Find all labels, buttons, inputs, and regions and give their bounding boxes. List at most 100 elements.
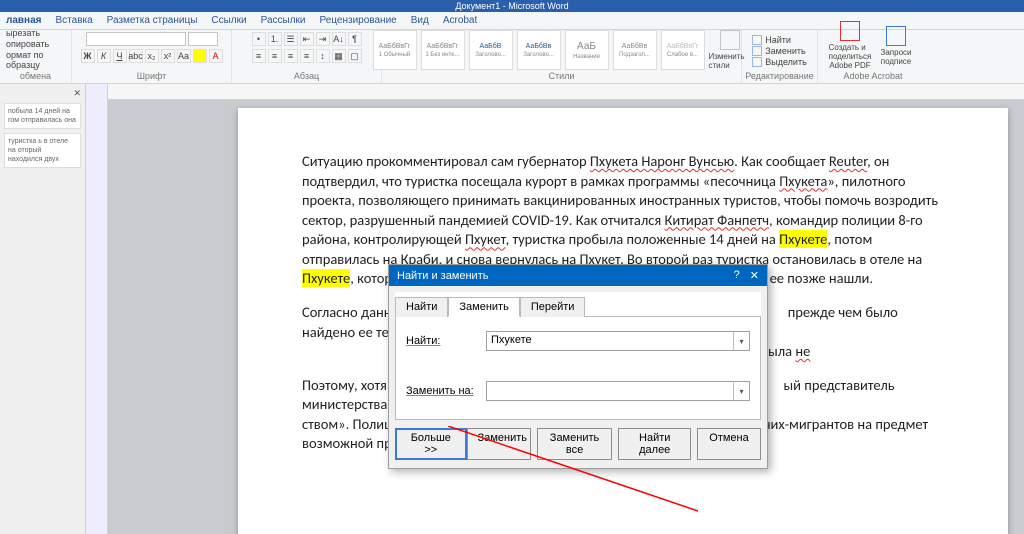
nav-close-button[interactable]: ✕ bbox=[4, 88, 81, 99]
replace-label: Заменить на: bbox=[406, 385, 486, 397]
cancel-button[interactable]: Отмена bbox=[697, 428, 761, 460]
style-title[interactable]: АаБНазвание bbox=[565, 30, 609, 70]
shading-button[interactable]: ▦ bbox=[332, 49, 346, 63]
dialog-help-button[interactable]: ? bbox=[734, 269, 740, 282]
group-paragraph: • 1. ☰ ⇤ ⇥ A↓ ¶ ≡ ≡ ≡ ≡ ↕ ▦ ▢ Абзац bbox=[232, 30, 382, 83]
group-clipboard-label: обмена bbox=[20, 71, 51, 81]
italic-button[interactable]: К bbox=[97, 49, 111, 63]
borders-button[interactable]: ▢ bbox=[348, 49, 362, 63]
justify-button[interactable]: ≡ bbox=[300, 49, 314, 63]
dlg-tab-goto[interactable]: Перейти bbox=[520, 297, 586, 317]
sign-icon bbox=[886, 26, 906, 46]
dialog-title: Найти и заменить bbox=[397, 270, 488, 282]
replace-input[interactable]: ▾ bbox=[486, 381, 750, 401]
align-right-button[interactable]: ≡ bbox=[284, 49, 298, 63]
case-button[interactable]: Aa bbox=[177, 49, 191, 63]
chevron-down-icon[interactable]: ▾ bbox=[733, 382, 749, 400]
dialog-tabs: Найти Заменить Перейти bbox=[395, 292, 761, 317]
style-subtitle[interactable]: АаБбВвПодзагол... bbox=[613, 30, 657, 70]
replace-icon bbox=[752, 46, 762, 56]
tab-view[interactable]: Вид bbox=[411, 15, 429, 26]
tab-mail[interactable]: Рассылки bbox=[261, 15, 306, 26]
font-color-button[interactable]: A bbox=[209, 49, 223, 63]
cut-button[interactable]: ырезать bbox=[6, 28, 65, 38]
align-left-button[interactable]: ≡ bbox=[252, 49, 266, 63]
group-font-label: Шрифт bbox=[137, 71, 167, 81]
pdf-icon bbox=[840, 21, 860, 41]
numbering-button[interactable]: 1. bbox=[268, 32, 282, 46]
replace-button[interactable]: Заменить bbox=[752, 46, 807, 56]
group-styles: АаБбВвГг1 Обычный АаБбВвГг1 Без инте... … bbox=[382, 30, 742, 83]
style-heading1[interactable]: АаБбВЗаголово... bbox=[469, 30, 513, 70]
align-center-button[interactable]: ≡ bbox=[268, 49, 282, 63]
copy-button[interactable]: опировать bbox=[6, 39, 65, 49]
ribbon: ырезать опировать ормат по образцу обмен… bbox=[0, 30, 1024, 84]
horizontal-ruler[interactable] bbox=[108, 84, 1024, 100]
font-buttons: Ж К Ч abc x₂ x² Aa A bbox=[81, 49, 223, 63]
group-paragraph-label: Абзац bbox=[294, 71, 319, 81]
find-next-button[interactable]: Найти далее bbox=[618, 428, 691, 460]
tab-links[interactable]: Ссылки bbox=[211, 15, 246, 26]
replace-one-button[interactable]: Заменить bbox=[467, 428, 531, 460]
change-styles-icon bbox=[720, 30, 740, 50]
bold-button[interactable]: Ж bbox=[81, 49, 95, 63]
highlight-1: Пхукете bbox=[779, 230, 827, 248]
strike-button[interactable]: abc bbox=[129, 49, 143, 63]
select-button[interactable]: Выделить bbox=[752, 57, 807, 67]
sup-button[interactable]: x² bbox=[161, 49, 175, 63]
tab-layout[interactable]: Разметка страницы bbox=[107, 15, 198, 26]
window-title: Документ1 - Microsoft Word bbox=[455, 1, 568, 11]
tab-home[interactable]: лавная bbox=[6, 15, 42, 26]
find-input[interactable]: Пхукете ▾ bbox=[486, 331, 750, 351]
tab-review[interactable]: Рецензирование bbox=[320, 15, 397, 26]
tab-acrobat[interactable]: Acrobat bbox=[443, 15, 477, 26]
underline-button[interactable]: Ч bbox=[113, 49, 127, 63]
sub-button[interactable]: x₂ bbox=[145, 49, 159, 63]
outdent-button[interactable]: ⇤ bbox=[300, 32, 314, 46]
group-styles-label: Стили bbox=[549, 71, 575, 81]
find-button[interactable]: Найти bbox=[752, 35, 807, 45]
group-acrobat-label: Adobe Acrobat bbox=[843, 71, 902, 81]
format-painter-button[interactable]: ормат по образцу bbox=[6, 50, 65, 70]
find-label: Найти: bbox=[406, 335, 486, 347]
ruler-corner bbox=[86, 84, 108, 534]
group-clipboard: ырезать опировать ормат по образцу обмен… bbox=[0, 30, 72, 83]
dialog-body: Найти: Пхукете ▾ Заменить на: ▾ bbox=[395, 317, 761, 420]
bullets-button[interactable]: • bbox=[252, 32, 266, 46]
dialog-buttons: Больше >> Заменить Заменить все Найти да… bbox=[389, 420, 767, 468]
window-title-bar: Документ1 - Microsoft Word bbox=[0, 0, 1024, 12]
highlight-2: Пхукете bbox=[302, 269, 350, 287]
group-editing-label: Редактирование bbox=[745, 71, 814, 81]
style-heading2[interactable]: АаБбВвЗаголово... bbox=[517, 30, 561, 70]
style-subtle[interactable]: АаБбВвГгСлабое в... bbox=[661, 30, 705, 70]
tab-insert[interactable]: Вставка bbox=[56, 15, 93, 26]
style-nospacing[interactable]: АаБбВвГг1 Без инте... bbox=[421, 30, 465, 70]
spacing-button[interactable]: ↕ bbox=[316, 49, 330, 63]
dialog-close-button[interactable]: ✕ bbox=[750, 269, 759, 282]
find-icon bbox=[752, 35, 762, 45]
pilcrow-button[interactable]: ¶ bbox=[348, 32, 362, 46]
multilevel-button[interactable]: ☰ bbox=[284, 32, 298, 46]
create-pdf-button[interactable]: Создать и поделитьсяAdobe PDF bbox=[829, 21, 871, 70]
dlg-tab-find[interactable]: Найти bbox=[395, 297, 448, 317]
find-replace-dialog: Найти и заменить ? ✕ Найти Заменить Пере… bbox=[388, 264, 768, 469]
font-name-picker[interactable] bbox=[86, 32, 186, 46]
navigation-pane: ✕ побыла 14 дней на гом отправилась она … bbox=[0, 84, 86, 534]
dlg-tab-replace[interactable]: Заменить bbox=[448, 297, 519, 317]
group-editing: Найти Заменить Выделить Редактирование bbox=[742, 30, 818, 83]
replace-all-button[interactable]: Заменить все bbox=[537, 428, 613, 460]
highlight-button[interactable] bbox=[193, 49, 207, 63]
request-sign-button[interactable]: Запросиподписе bbox=[875, 26, 917, 66]
chevron-down-icon[interactable]: ▾ bbox=[733, 332, 749, 350]
nav-result-1[interactable]: побыла 14 дней на гом отправилась она bbox=[4, 103, 81, 129]
nav-result-2[interactable]: туристка ь в отеле на оторый находился д… bbox=[4, 133, 81, 168]
sort-button[interactable]: A↓ bbox=[332, 32, 346, 46]
dialog-title-bar[interactable]: Найти и заменить ? ✕ bbox=[389, 265, 767, 286]
more-button[interactable]: Больше >> bbox=[395, 428, 467, 460]
style-normal[interactable]: АаБбВвГг1 Обычный bbox=[373, 30, 417, 70]
font-size-picker[interactable] bbox=[188, 32, 218, 46]
group-font: Ж К Ч abc x₂ x² Aa A Шрифт bbox=[72, 30, 232, 83]
select-icon bbox=[752, 57, 762, 67]
group-acrobat: Создать и поделитьсяAdobe PDF Запросипод… bbox=[818, 30, 928, 83]
indent-button[interactable]: ⇥ bbox=[316, 32, 330, 46]
